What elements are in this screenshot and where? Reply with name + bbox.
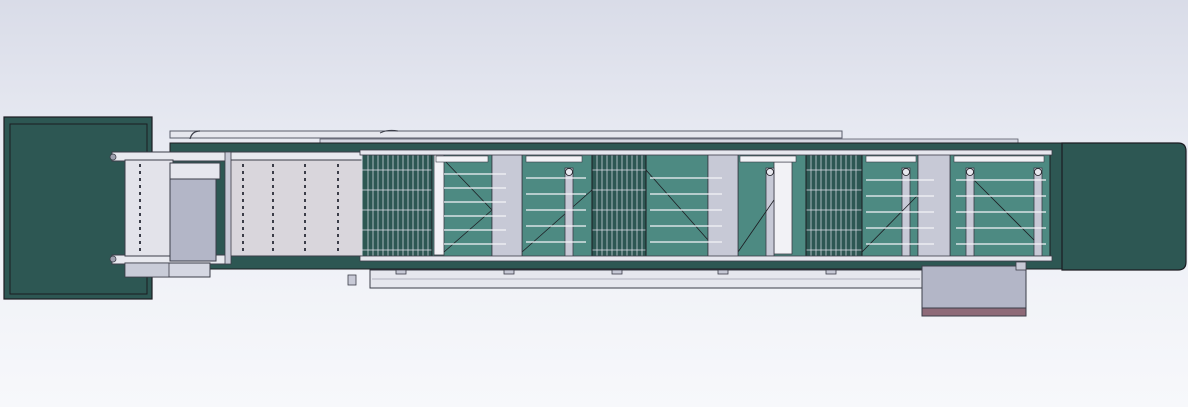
discharge-housing [1061, 142, 1187, 271]
chamber-5 [861, 151, 919, 259]
machine-model [3, 116, 1187, 317]
bottom-support-rail [347, 269, 923, 289]
wire-rack-2 [591, 151, 647, 259]
top-rail [169, 129, 1019, 144]
infeed-conveyor [109, 151, 363, 265]
chamber-6 [949, 151, 1051, 259]
chamber-1 [431, 151, 493, 259]
chamber-4 [737, 151, 807, 259]
cad-viewport[interactable] [0, 0, 1188, 407]
control-cabinet [921, 261, 1027, 317]
wire-rack-3 [805, 151, 863, 259]
wire-rack-1 [361, 151, 433, 259]
